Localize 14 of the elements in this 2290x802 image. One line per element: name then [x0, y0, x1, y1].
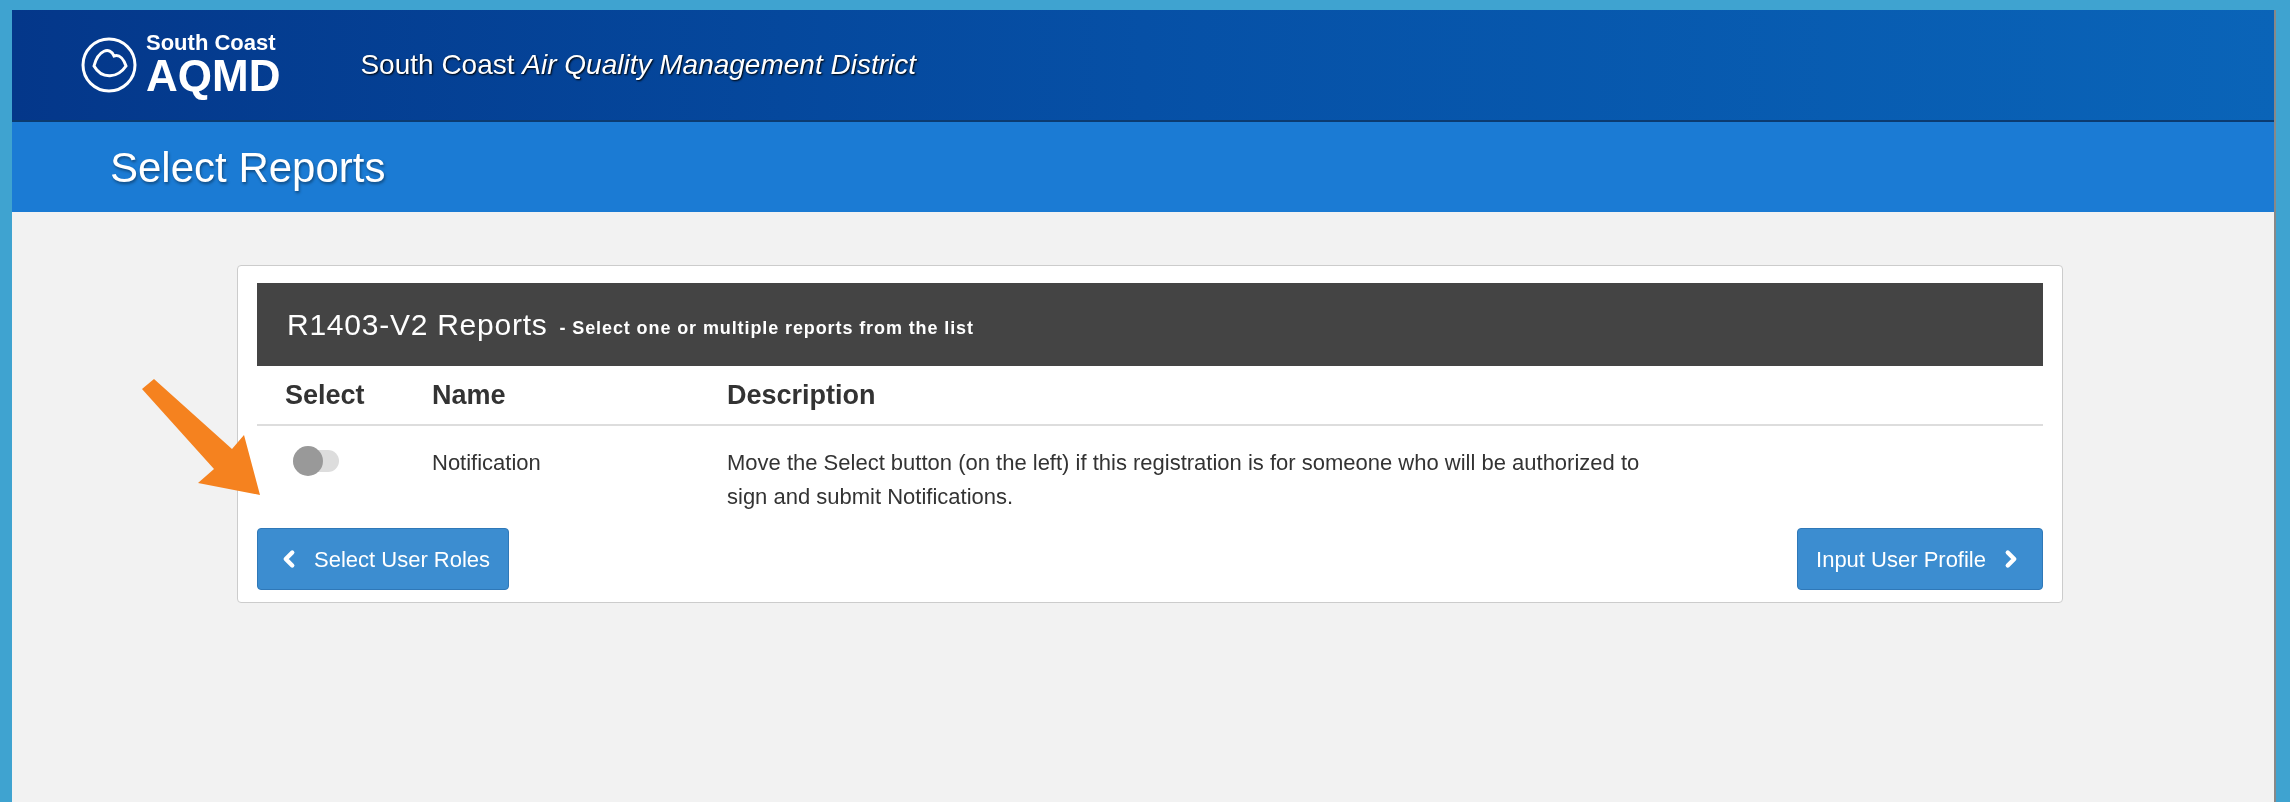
column-header: Description	[726, 378, 876, 412]
logo-wordmark: AQMD	[146, 54, 281, 98]
panel-subtitle: - Select one or multiple reports from the list	[559, 317, 974, 340]
column-header: Name	[431, 378, 507, 412]
page-title: Select Reports	[110, 142, 386, 193]
column-header: Select	[284, 378, 366, 412]
back-button[interactable]: Select User Roles	[257, 528, 510, 590]
table-cell-text: Notification	[431, 449, 542, 477]
table-cell-text: Move the Select button (on the left) if this registration is for someone who will be authorized to sign and submit Notifications.	[726, 449, 1641, 511]
next-button[interactable]: Input User Profile	[1797, 528, 2043, 590]
bird-logo-icon	[80, 36, 138, 94]
logo-tagline: South Coast	[146, 32, 277, 54]
site-title: South Coast Air Quality Management District	[360, 48, 916, 82]
panel-title: R1403-V2 Reports	[287, 307, 548, 343]
